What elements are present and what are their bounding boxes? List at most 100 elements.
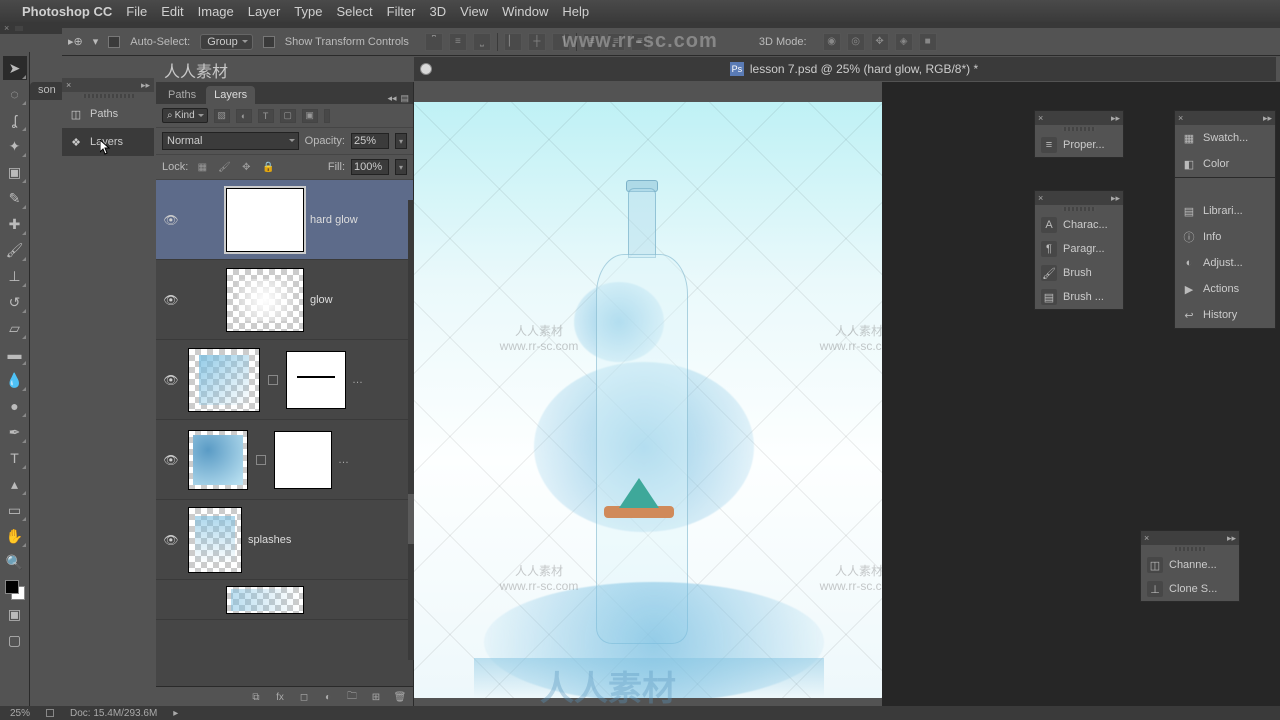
properties-panel-button[interactable]: ≡Proper... (1035, 133, 1123, 157)
menu-type[interactable]: Type (294, 4, 322, 19)
layer-row[interactable] (156, 580, 413, 620)
filter-shape-icon[interactable]: ▢ (280, 109, 296, 123)
dock-collapse-icon[interactable]: ▸▸ (141, 80, 150, 91)
layer-row[interactable]: 👁 glow (156, 260, 413, 340)
visibility-icon[interactable]: 👁 (160, 373, 182, 387)
visibility-icon[interactable]: 👁 (160, 213, 182, 227)
color-swatch[interactable] (5, 580, 25, 600)
document-title[interactable]: lesson 7.psd @ 25% (hard glow, RGB/8*) * (750, 62, 978, 76)
visibility-icon[interactable]: 👁 (160, 533, 182, 547)
info-panel-button[interactable]: ⓘInfo (1175, 224, 1275, 250)
panel-close-icon[interactable]: × (1038, 193, 1043, 203)
status-menu-icon[interactable]: ▸ (173, 708, 178, 719)
lock-all-icon[interactable]: 🔒 (260, 160, 276, 174)
mask-link-icon[interactable] (268, 375, 278, 385)
layer-row[interactable]: 👁 hard glow (156, 180, 413, 260)
trash-icon[interactable]: 🗑 (393, 691, 407, 705)
channels-panel-button[interactable]: ◫Channe... (1141, 553, 1239, 577)
blur-tool[interactable]: 💧 (3, 368, 27, 392)
brush-presets-panel-button[interactable]: ▤Brush ... (1035, 285, 1123, 309)
clone-source-panel-button[interactable]: ⊥Clone S... (1141, 577, 1239, 601)
actions-panel-button[interactable]: ▶Actions (1175, 276, 1275, 302)
3d-roll-icon[interactable]: ◎ (847, 33, 865, 51)
menu-3d[interactable]: 3D (430, 4, 447, 19)
fx-icon[interactable]: fx (273, 691, 287, 705)
layer-row[interactable]: 👁 … (156, 340, 413, 420)
mask-link-icon[interactable] (256, 455, 266, 465)
eyedropper-tool[interactable]: ✎ (3, 186, 27, 210)
new-group-icon[interactable]: 🗀 (345, 691, 359, 705)
lock-pixels-icon[interactable]: 🖌 (216, 160, 232, 174)
align-vcenter-icon[interactable]: ≡ (449, 33, 467, 51)
history-panel-button[interactable]: ↩History (1175, 302, 1275, 328)
type-tool[interactable]: T (3, 446, 27, 470)
doc-tab-behind[interactable]: son (30, 82, 64, 100)
opacity-arrow-icon[interactable]: ▾ (395, 133, 407, 149)
panel-expand-icon[interactable]: ▸▸ (1227, 533, 1236, 544)
adjustment-layer-icon[interactable]: ◐ (321, 691, 335, 705)
healing-brush-tool[interactable]: ✚ (3, 212, 27, 236)
eraser-tool[interactable]: ▱ (3, 316, 27, 340)
align-left-icon[interactable]: ▏ (504, 33, 522, 51)
marquee-tool[interactable]: ◌ (3, 82, 27, 106)
layer-name[interactable]: hard glow (310, 214, 358, 226)
rectangle-tool[interactable]: ▭ (3, 498, 27, 522)
add-mask-icon[interactable]: ◻ (297, 691, 311, 705)
layer-more-icon[interactable]: … (338, 454, 349, 466)
panel-menu-icon[interactable]: ▤ (400, 93, 409, 104)
libraries-panel-button[interactable]: ▤Librari... (1175, 198, 1275, 224)
auto-select-dropdown[interactable]: Group (200, 34, 253, 50)
auto-select-checkbox[interactable] (108, 36, 120, 48)
show-transform-checkbox[interactable] (263, 36, 275, 48)
swatches-panel-button[interactable]: ▦Swatch... (1175, 125, 1275, 151)
layer-name[interactable]: splashes (248, 534, 291, 546)
doc-size[interactable]: Doc: 15.4M/293.6M (70, 708, 157, 719)
close-icon[interactable]: × (4, 23, 9, 33)
crop-tool[interactable]: ▣ (3, 160, 27, 184)
status-arrow-icon[interactable] (46, 709, 54, 717)
3d-zoom-icon[interactable]: ■ (919, 33, 937, 51)
history-brush-tool[interactable]: ↺ (3, 290, 27, 314)
panel-expand-icon[interactable]: ▸▸ (1263, 113, 1272, 124)
brush-tool[interactable]: 🖌 (3, 238, 27, 262)
lasso-tool[interactable]: ʆ (3, 108, 27, 132)
app-name[interactable]: Photoshop CC (22, 4, 112, 19)
dist-vcenter-icon[interactable]: ≡ (607, 33, 625, 51)
menu-file[interactable]: File (126, 4, 147, 19)
layer-name[interactable]: glow (310, 294, 333, 306)
brush-panel-button[interactable]: 🖌Brush (1035, 261, 1123, 285)
tool-preset-dropdown-icon[interactable]: ▾ (93, 35, 99, 48)
gradient-tool[interactable]: ▬ (3, 342, 27, 366)
filter-kind-dropdown[interactable]: ⌕Kind (162, 108, 208, 123)
align-bottom-icon[interactable]: ⎵ (473, 33, 491, 51)
layer-thumbnail[interactable] (188, 430, 248, 490)
layer-row[interactable]: 👁 … (156, 420, 413, 500)
layer-thumbnail[interactable] (226, 268, 304, 332)
menu-view[interactable]: View (460, 4, 488, 19)
zoom-tool[interactable]: 🔍 (3, 550, 27, 574)
filter-adjustment-icon[interactable]: ◐ (236, 109, 252, 123)
panel-expand-icon[interactable]: ▸▸ (1111, 193, 1120, 204)
dodge-tool[interactable]: ● (3, 394, 27, 418)
filter-smart-icon[interactable]: ▣ (302, 109, 318, 123)
color-panel-button[interactable]: ◧Color (1175, 151, 1275, 177)
panel-close-icon[interactable]: × (1038, 113, 1043, 123)
filter-toggle[interactable] (324, 109, 330, 123)
character-panel-button[interactable]: ACharac... (1035, 213, 1123, 237)
layer-more-icon[interactable]: … (352, 374, 363, 386)
layer-thumbnail[interactable] (188, 348, 260, 412)
align-top-icon[interactable]: ⎴ (425, 33, 443, 51)
lock-position-icon[interactable]: ✥ (238, 160, 254, 174)
opacity-input[interactable]: 25% (351, 133, 389, 149)
menu-window[interactable]: Window (502, 4, 548, 19)
panel-collapse-icon[interactable]: ◂◂ (387, 93, 396, 104)
align-hcenter-icon[interactable]: ┼ (528, 33, 546, 51)
adjustments-panel-button[interactable]: ◐Adjust... (1175, 250, 1275, 276)
visibility-icon[interactable]: 👁 (160, 453, 182, 467)
menu-help[interactable]: Help (562, 4, 589, 19)
dock-close-icon[interactable]: × (66, 80, 71, 90)
menu-select[interactable]: Select (336, 4, 372, 19)
menu-filter[interactable]: Filter (387, 4, 416, 19)
link-layers-icon[interactable]: ⧉ (249, 691, 263, 705)
layer-thumbnail[interactable] (226, 188, 304, 252)
